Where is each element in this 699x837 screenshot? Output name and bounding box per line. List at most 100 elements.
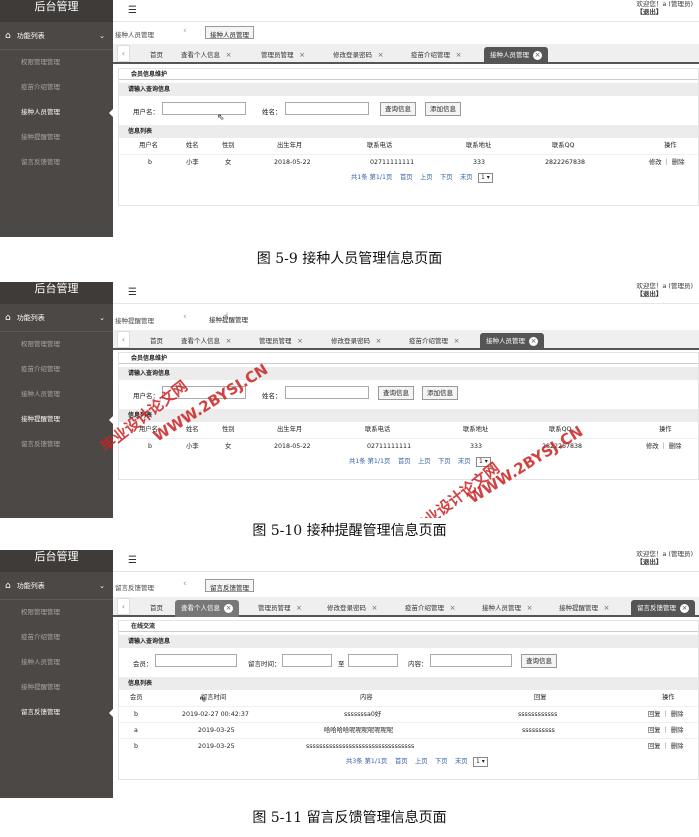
search-button[interactable]: 查询信息 [380, 102, 416, 116]
pager-first[interactable]: 首页 [400, 170, 413, 186]
tab-password[interactable]: 修改登录密码 × [333, 47, 385, 64]
pager-prev[interactable]: 上页 [415, 754, 428, 770]
close-icon[interactable]: × [296, 337, 305, 346]
tab-feedback[interactable]: 留言反馈管理 × [631, 600, 695, 617]
member-input[interactable] [155, 654, 237, 667]
name-input[interactable] [285, 102, 369, 115]
back-icon[interactable]: ‹ [183, 26, 187, 36]
tab-home[interactable]: 首页 [150, 47, 163, 64]
close-icon[interactable]: × [448, 604, 457, 613]
logout-link[interactable]: 【退出】 [636, 558, 693, 566]
menu-icon[interactable]: ☰ [128, 287, 137, 298]
tab-prev-icon[interactable]: ‹ [117, 45, 130, 62]
tab-admin[interactable]: 管理员管理 × [261, 47, 307, 64]
tab-person[interactable]: 接种人员管理 × [480, 333, 544, 350]
close-icon[interactable]: × [452, 337, 461, 346]
row-actions[interactable]: 回复 ｜ 删除 [648, 739, 684, 755]
sidebar-item-feedback[interactable]: 留言反馈管理 [0, 150, 113, 175]
close-icon[interactable]: × [370, 604, 379, 613]
close-icon[interactable]: × [295, 604, 304, 613]
add-button[interactable]: 添加信息 [422, 386, 458, 400]
pager-next[interactable]: 下页 [440, 170, 453, 186]
back-icon[interactable]: ‹ [183, 579, 187, 589]
page-select[interactable]: 1 ▾ [473, 757, 488, 767]
breadcrumb-button[interactable]: 接种提醒管理 [205, 312, 252, 325]
pager-last[interactable]: 末页 [455, 754, 468, 770]
tab-home[interactable]: 首页 [150, 333, 163, 350]
username-input[interactable] [162, 102, 246, 115]
tab-prev-icon[interactable]: ‹ [117, 331, 130, 348]
tab-password[interactable]: 修改登录密码 × [327, 600, 379, 617]
tab-profile[interactable]: 查看个人信息 × [181, 333, 233, 350]
tab-vaccine[interactable]: 疫苗介绍管理 × [405, 600, 457, 617]
close-icon[interactable]: × [224, 51, 233, 60]
logout-link[interactable]: 【退出】 [636, 290, 693, 298]
logout-link[interactable]: 【退出】 [636, 8, 693, 16]
pager-next[interactable]: 下页 [435, 754, 448, 770]
sidebar-item-feedback[interactable]: 留言反馈管理 [0, 432, 113, 457]
content-input[interactable] [430, 654, 512, 667]
sidebar-item-reminder[interactable]: 接种提醒管理 [0, 407, 113, 432]
close-icon[interactable]: × [454, 51, 463, 60]
menu-icon[interactable]: ☰ [128, 5, 137, 16]
add-button[interactable]: 添加信息 [425, 102, 461, 116]
pager-last[interactable]: 末页 [460, 170, 473, 186]
pager-prev[interactable]: 上页 [418, 454, 431, 470]
sidebar-item-person[interactable]: 接种人员管理 [0, 650, 113, 675]
close-icon[interactable]: × [680, 604, 689, 613]
sidebar-item-vaccine[interactable]: 疫苗介绍管理 [0, 625, 113, 650]
sidebar-head[interactable]: ⌂ 功能列表 ⌄ [0, 304, 113, 332]
time-end-input[interactable] [348, 654, 398, 667]
sidebar-item-reminder[interactable]: 接种提醒管理 [0, 675, 113, 700]
back-icon[interactable]: ‹ [183, 312, 187, 322]
tab-reminder[interactable]: 接种提醒管理 × [559, 600, 611, 617]
pager-first[interactable]: 首页 [398, 454, 411, 470]
tab-vaccine[interactable]: 疫苗介绍管理 × [411, 47, 463, 64]
close-icon[interactable]: × [376, 51, 385, 60]
tab-home[interactable]: 首页 [150, 600, 163, 617]
name-input[interactable] [285, 386, 369, 399]
sidebar-head[interactable]: ⌂ 功能列表 ⌄ [0, 22, 113, 50]
tab-profile[interactable]: 查看个人信息 × [181, 47, 233, 64]
sidebar-item-vaccine[interactable]: 疫苗介绍管理 [0, 75, 113, 100]
tab-profile[interactable]: 查看个人信息 × [175, 600, 239, 617]
sidebar-item-reminder[interactable]: 接种提醒管理 [0, 125, 113, 150]
close-icon[interactable]: × [529, 337, 538, 346]
row-actions[interactable]: 回复 ｜ 删除 [648, 707, 684, 723]
close-icon[interactable]: × [374, 337, 383, 346]
sidebar-head[interactable]: ⌂ 功能列表 ⌄ [0, 572, 113, 600]
tab-password[interactable]: 修改登录密码 × [331, 333, 383, 350]
pager-first[interactable]: 首页 [395, 754, 408, 770]
pager-next[interactable]: 下页 [438, 454, 451, 470]
close-icon[interactable]: × [224, 604, 233, 613]
row-actions[interactable]: 修改 ｜ 删除 [646, 439, 682, 455]
row-actions[interactable]: 修改 ｜ 删除 [649, 155, 685, 171]
tab-admin[interactable]: 管理员管理 × [258, 600, 304, 617]
sidebar-item-vaccine[interactable]: 疫苗介绍管理 [0, 357, 113, 382]
pager-last[interactable]: 末页 [458, 454, 471, 470]
sidebar-item-person[interactable]: 接种人员管理 [0, 382, 113, 407]
search-button[interactable]: 查询信息 [521, 654, 557, 668]
close-icon[interactable]: × [533, 51, 542, 60]
search-button[interactable]: 查询信息 [378, 386, 414, 400]
close-icon[interactable]: × [602, 604, 611, 613]
sidebar-item-permission[interactable]: 权限管理管理 [0, 600, 113, 625]
menu-icon[interactable]: ☰ [128, 555, 137, 566]
sidebar-item-person[interactable]: 接种人员管理 [0, 100, 113, 125]
breadcrumb-button[interactable]: 留言反馈管理 [205, 579, 254, 592]
close-icon[interactable]: × [224, 337, 233, 346]
row-actions[interactable]: 回复 ｜ 删除 [648, 723, 684, 739]
breadcrumb-button[interactable]: 接种人员管理 [205, 26, 254, 39]
pager-prev[interactable]: 上页 [420, 170, 433, 186]
page-select[interactable]: 1 ▾ [478, 173, 493, 183]
sidebar-item-permission[interactable]: 权限管理管理 [0, 332, 113, 357]
tab-person[interactable]: 接种人员管理 × [484, 47, 548, 64]
tab-vaccine[interactable]: 疫苗介绍管理 × [409, 333, 461, 350]
sidebar-item-feedback[interactable]: 留言反馈管理 [0, 700, 113, 725]
close-icon[interactable]: × [525, 604, 534, 613]
tab-person[interactable]: 接种人员管理 × [482, 600, 534, 617]
sidebar-item-permission[interactable]: 权限管理管理 [0, 50, 113, 75]
time-start-input[interactable] [282, 654, 332, 667]
close-icon[interactable]: × [298, 51, 307, 60]
tab-admin[interactable]: 管理员管理 × [259, 333, 305, 350]
